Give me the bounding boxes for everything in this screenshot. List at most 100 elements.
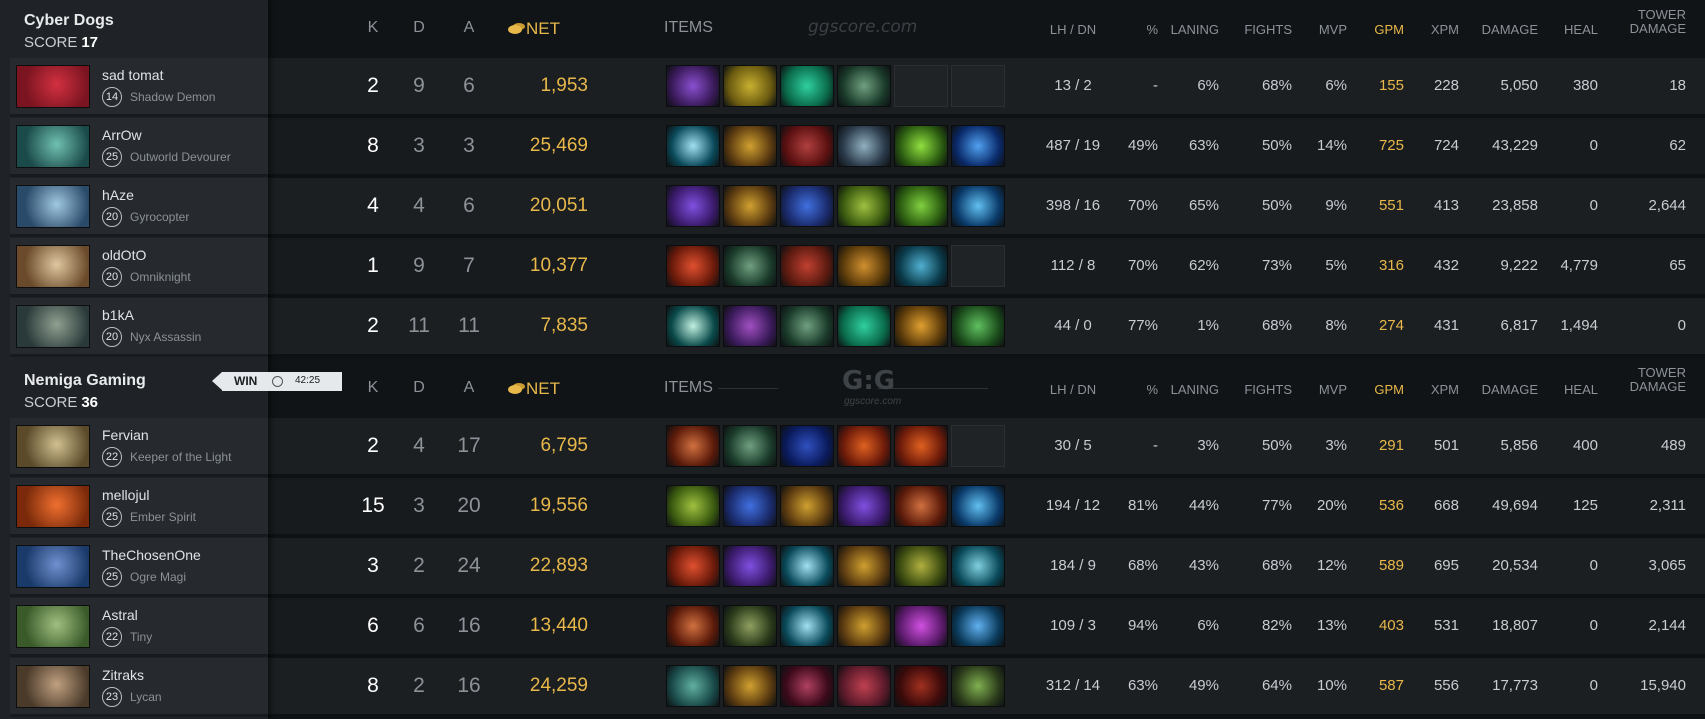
player-card[interactable]: Zitraks 23 Lycan [10, 658, 268, 717]
col-header-damage: DAMAGE [1481, 22, 1538, 37]
stat-k: 8 [367, 674, 379, 697]
stat-gpm: 274 [1378, 317, 1404, 334]
item-icon[interactable] [951, 485, 1005, 527]
item-icon[interactable] [951, 305, 1005, 347]
player-card[interactable]: Astral 22 Tiny [10, 598, 268, 657]
player-name[interactable]: mellojul [102, 487, 149, 503]
item-icon[interactable] [666, 425, 720, 467]
hero-portrait[interactable] [16, 125, 90, 168]
item-icon[interactable] [951, 605, 1005, 647]
item-icon[interactable] [894, 485, 948, 527]
team-name[interactable]: Cyber Dogs [24, 12, 264, 30]
item-icon[interactable] [666, 185, 720, 227]
item-icon[interactable] [666, 65, 720, 107]
item-icon[interactable] [723, 245, 777, 287]
item-icon[interactable] [780, 545, 834, 587]
hero-portrait[interactable] [16, 185, 90, 228]
item-icon[interactable] [951, 125, 1005, 167]
item-icon[interactable] [780, 245, 834, 287]
item-icon[interactable] [894, 305, 948, 347]
item-icon[interactable] [723, 545, 777, 587]
player-name[interactable]: Astral [102, 607, 138, 623]
item-icon[interactable] [780, 185, 834, 227]
player-name[interactable]: oldOtO [102, 247, 146, 263]
player-card[interactable]: ArrOw 25 Outworld Devourer [10, 118, 268, 177]
item-icon[interactable] [951, 185, 1005, 227]
item-icon[interactable] [837, 425, 891, 467]
item-icon[interactable] [723, 425, 777, 467]
stat-laning: 43% [1188, 557, 1219, 574]
item-icon[interactable] [894, 665, 948, 707]
item-icon[interactable] [951, 665, 1005, 707]
hero-portrait[interactable] [16, 425, 90, 468]
item-icon[interactable] [837, 125, 891, 167]
player-card[interactable]: sad tomat 14 Shadow Demon [10, 58, 268, 117]
item-icon[interactable] [837, 305, 891, 347]
stat-k: 6 [367, 614, 379, 637]
item-icon[interactable] [837, 545, 891, 587]
item-icon[interactable] [666, 125, 720, 167]
player-name[interactable]: sad tomat [102, 67, 163, 83]
item-icon[interactable] [666, 485, 720, 527]
hero-portrait[interactable] [16, 545, 90, 588]
player-stats-row: 3 2 24 22,893 184 / 9 68% 43% 68% 12% 589 695 20,53… [268, 538, 1705, 598]
watermark-logo: G:G [842, 366, 896, 396]
item-icon[interactable] [723, 125, 777, 167]
item-icon[interactable] [666, 545, 720, 587]
stat-k: 15 [361, 494, 385, 517]
item-icon[interactable] [780, 65, 834, 107]
stat-xpm: 501 [1433, 437, 1459, 454]
item-icon[interactable] [951, 545, 1005, 587]
player-name[interactable]: hAze [102, 187, 134, 203]
player-card[interactable]: Fervian 22 Keeper of the Light [10, 418, 268, 477]
item-icon[interactable] [894, 185, 948, 227]
item-icon[interactable] [666, 245, 720, 287]
player-card[interactable]: mellojul 25 Ember Spirit [10, 478, 268, 537]
item-icon[interactable] [837, 605, 891, 647]
item-icon[interactable] [837, 65, 891, 107]
col-header-d: D [413, 19, 425, 36]
hero-portrait[interactable] [16, 665, 90, 708]
item-icon[interactable] [894, 605, 948, 647]
hero-portrait[interactable] [16, 605, 90, 648]
player-card[interactable]: oldOtO 20 Omniknight [10, 238, 268, 297]
item-icon[interactable] [666, 665, 720, 707]
item-icon[interactable] [837, 185, 891, 227]
stat-lh_dn: 13 / 2 [1054, 77, 1092, 94]
item-icon[interactable] [894, 545, 948, 587]
player-card[interactable]: hAze 20 Gyrocopter [10, 178, 268, 237]
hero-portrait[interactable] [16, 245, 90, 288]
item-icon[interactable] [780, 125, 834, 167]
item-icon[interactable] [780, 305, 834, 347]
item-icon[interactable] [723, 485, 777, 527]
stat-net: 13,440 [529, 615, 588, 636]
item-icon[interactable] [837, 245, 891, 287]
player-card[interactable]: b1kA 20 Nyx Assassin [10, 298, 268, 357]
player-name[interactable]: Fervian [102, 427, 149, 443]
item-icon[interactable] [780, 665, 834, 707]
item-icon[interactable] [894, 425, 948, 467]
item-icon[interactable] [780, 485, 834, 527]
hero-portrait[interactable] [16, 305, 90, 348]
hero-portrait[interactable] [16, 485, 90, 528]
item-icon[interactable] [894, 125, 948, 167]
player-name[interactable]: TheChosenOne [102, 547, 201, 563]
hero-portrait[interactable] [16, 65, 90, 108]
player-name[interactable]: Zitraks [102, 667, 144, 683]
player-name[interactable]: ArrOw [102, 127, 142, 143]
item-icon[interactable] [723, 185, 777, 227]
item-icon[interactable] [723, 305, 777, 347]
item-icon[interactable] [723, 605, 777, 647]
item-icon[interactable] [837, 485, 891, 527]
player-card[interactable]: TheChosenOne 25 Ogre Magi [10, 538, 268, 597]
item-icon[interactable] [723, 665, 777, 707]
item-icon[interactable] [666, 605, 720, 647]
stat-gpm: 403 [1378, 617, 1404, 634]
player-name[interactable]: b1kA [102, 307, 134, 323]
item-icon[interactable] [723, 65, 777, 107]
item-icon[interactable] [894, 245, 948, 287]
item-icon[interactable] [837, 665, 891, 707]
item-icon[interactable] [666, 305, 720, 347]
item-icon[interactable] [780, 605, 834, 647]
item-icon[interactable] [780, 425, 834, 467]
